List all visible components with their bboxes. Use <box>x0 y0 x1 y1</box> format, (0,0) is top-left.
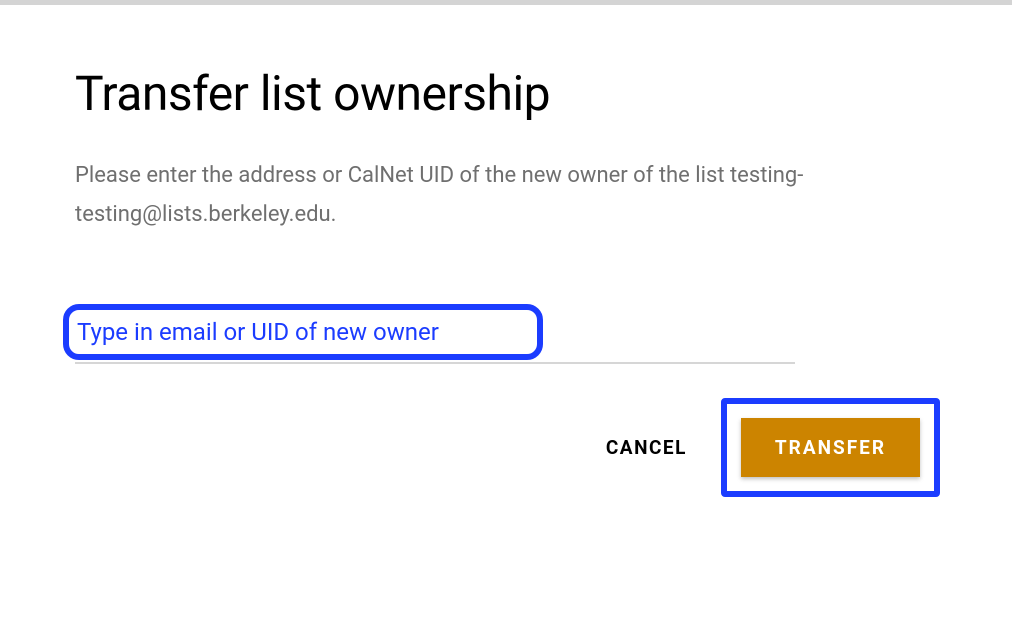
owner-input[interactable] <box>77 318 517 346</box>
owner-input-highlight <box>63 304 543 360</box>
transfer-button-highlight: TRANSFER <box>721 398 940 497</box>
input-underline <box>75 362 795 364</box>
cancel-button[interactable]: CANCEL <box>600 422 693 473</box>
dialog-title: Transfer list ownership <box>75 65 937 122</box>
transfer-ownership-dialog: Transfer list ownership Please enter the… <box>0 5 1012 497</box>
transfer-button[interactable]: TRANSFER <box>741 418 920 477</box>
dialog-actions: CANCEL TRANSFER <box>75 398 940 497</box>
dialog-description: Please enter the address or CalNet UID o… <box>75 157 865 234</box>
